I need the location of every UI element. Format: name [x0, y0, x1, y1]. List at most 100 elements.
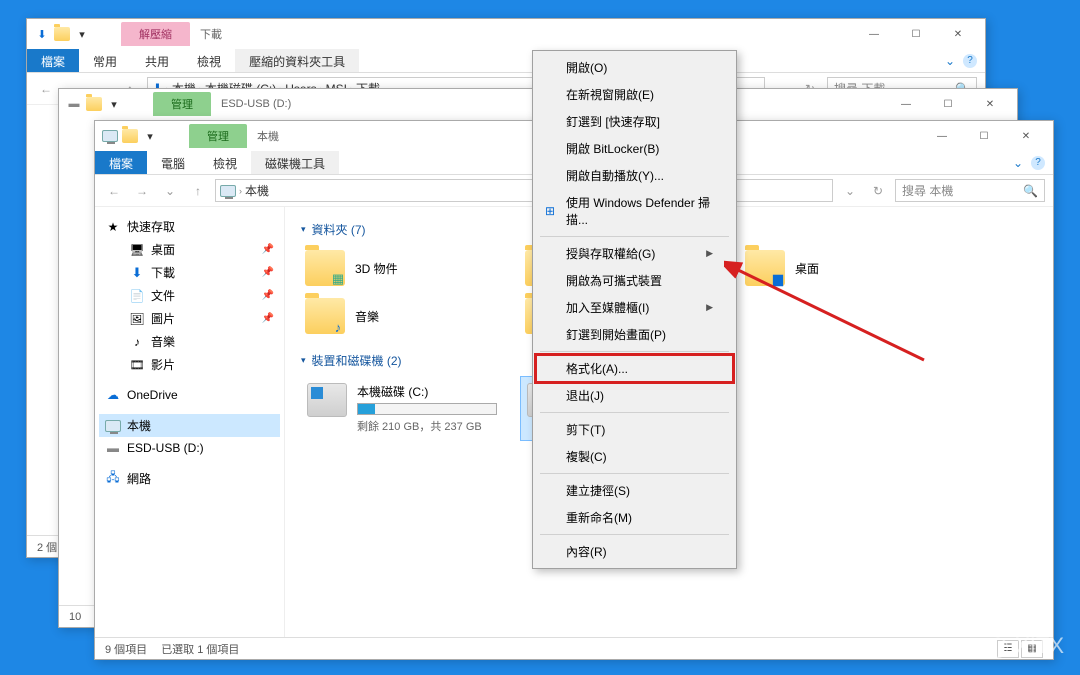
dropdown-icon[interactable]: ▾	[141, 127, 159, 145]
recent-button[interactable]: ⌄	[159, 180, 181, 202]
separator	[540, 351, 729, 352]
sidebar-network[interactable]: 🖧網路	[99, 467, 280, 490]
selection-count: 已選取 1 個項目	[161, 641, 239, 657]
pc-icon	[101, 127, 119, 145]
maximize-button[interactable]: ☐	[895, 20, 937, 48]
sidebar-item-videos[interactable]: 🎞影片	[99, 353, 280, 376]
minimize-button[interactable]: —	[853, 20, 895, 48]
chevron-right-icon: ▶	[706, 248, 713, 259]
search-input[interactable]: 搜尋 本機 🔍	[895, 179, 1045, 202]
sidebar-item-documents[interactable]: 📄文件📌	[99, 284, 280, 307]
close-button[interactable]: ✕	[1005, 122, 1047, 150]
network-icon: 🖧	[105, 471, 121, 487]
desktop-icon: 🖥	[129, 242, 145, 258]
separator	[540, 534, 729, 535]
tab-file[interactable]: 檔案	[95, 151, 147, 174]
help-icon[interactable]: ?	[1031, 156, 1045, 170]
ctx-format[interactable]: 格式化(A)...	[536, 355, 733, 382]
ctx-grant-access[interactable]: 授與存取權給(G)▶	[536, 240, 733, 267]
expand-icon[interactable]: ⌄	[945, 54, 955, 68]
pin-icon: 📌	[262, 313, 274, 324]
contextual-tab[interactable]: 管理	[153, 92, 211, 116]
tab-computer[interactable]: 電腦	[147, 151, 199, 174]
download-icon: ⬇	[129, 265, 145, 281]
window-title: 本機	[257, 128, 279, 144]
status-bar: 9 個項目 已選取 1 個項目 ☰ ▦	[95, 637, 1053, 659]
music-icon: ♪	[129, 334, 145, 350]
dropdown-icon[interactable]: ▾	[73, 25, 91, 43]
separator	[540, 412, 729, 413]
ctx-pin-quick-access[interactable]: 釘選到 [快速存取]	[536, 108, 733, 135]
help-icon[interactable]: ?	[963, 54, 977, 68]
sidebar-item-pictures[interactable]: 🖼圖片📌	[99, 307, 280, 330]
sidebar-item-desktop[interactable]: 🖥桌面📌	[99, 238, 280, 261]
dropdown-icon[interactable]: ⌄	[839, 180, 861, 202]
titlebar: ⬇ ▾ 解壓縮 下載 — ☐ ✕	[27, 19, 985, 49]
tab-drive-tools[interactable]: 磁碟機工具	[251, 151, 339, 174]
folder-desktop[interactable]: ▆桌面	[741, 246, 951, 290]
tab-share[interactable]: 共用	[131, 49, 183, 72]
pin-icon: 📌	[262, 290, 274, 301]
tab-home[interactable]: 常用	[79, 49, 131, 72]
sidebar-usb-drive[interactable]: ▬ESD-USB (D:)	[99, 437, 280, 459]
ctx-add-library[interactable]: 加入至媒體櫃(I)▶	[536, 294, 733, 321]
tab-tools[interactable]: 壓縮的資料夾工具	[235, 49, 359, 72]
ctx-copy[interactable]: 複製(C)	[536, 443, 733, 470]
separator	[540, 473, 729, 474]
back-button[interactable]: ←	[103, 180, 125, 202]
folder-music[interactable]: ♪音樂	[301, 294, 511, 338]
ctx-open-new-window[interactable]: 在新視窗開啟(E)	[536, 81, 733, 108]
minimize-button[interactable]: —	[921, 122, 963, 150]
contextual-tab[interactable]: 解壓縮	[121, 22, 190, 46]
expand-icon[interactable]: ⌄	[1013, 156, 1023, 170]
ctx-eject[interactable]: 退出(J)	[536, 382, 733, 409]
picture-icon: 🖼	[129, 311, 145, 327]
refresh-button[interactable]: ↻	[867, 180, 889, 202]
ctx-defender-scan[interactable]: ⊞使用 Windows Defender 掃描...	[536, 189, 733, 233]
tab-view[interactable]: 檢視	[199, 151, 251, 174]
ctx-rename[interactable]: 重新命名(M)	[536, 504, 733, 531]
ctx-open[interactable]: 開啟(O)	[536, 54, 733, 81]
sidebar-this-pc[interactable]: 本機	[99, 414, 280, 437]
maximize-button[interactable]: ☐	[963, 122, 1005, 150]
ctx-autoplay[interactable]: 開啟自動播放(Y)...	[536, 162, 733, 189]
close-button[interactable]: ✕	[937, 20, 979, 48]
ctx-cut[interactable]: 剪下(T)	[536, 416, 733, 443]
window-title: 下載	[200, 26, 222, 42]
chevron-down-icon: ▾	[301, 355, 306, 366]
video-icon: 🎞	[129, 357, 145, 373]
contextual-tab[interactable]: 管理	[189, 124, 247, 148]
tab-file[interactable]: 檔案	[27, 49, 79, 72]
close-button[interactable]: ✕	[969, 90, 1011, 118]
forward-button[interactable]: →	[131, 180, 153, 202]
up-button[interactable]: ↑	[187, 180, 209, 202]
tab-view[interactable]: 檢視	[183, 49, 235, 72]
chevron-down-icon: ▾	[301, 224, 306, 235]
back-button[interactable]: ←	[35, 78, 57, 100]
ctx-open-portable[interactable]: 開啟為可攜式裝置	[536, 267, 733, 294]
pc-icon	[220, 185, 236, 197]
star-icon: ★	[105, 219, 121, 235]
ctx-pin-start[interactable]: 釘選到開始畫面(P)	[536, 321, 733, 348]
usb-icon: ▬	[105, 440, 121, 456]
drive-c[interactable]: 本機磁碟 (C:) 剩餘 210 GB，共 237 GB	[301, 377, 511, 440]
ctx-bitlocker[interactable]: 開啟 BitLocker(B)	[536, 135, 733, 162]
search-icon: 🔍	[1023, 184, 1038, 198]
folder-3d-objects[interactable]: ▦3D 物件	[301, 246, 511, 290]
ctx-create-shortcut[interactable]: 建立捷徑(S)	[536, 477, 733, 504]
shield-icon: ⊞	[542, 203, 558, 219]
document-icon: 📄	[129, 288, 145, 304]
window-title: ESD-USB (D:)	[221, 98, 291, 110]
maximize-button[interactable]: ☐	[927, 90, 969, 118]
ctx-properties[interactable]: 內容(R)	[536, 538, 733, 565]
sidebar-onedrive[interactable]: ☁OneDrive	[99, 384, 280, 406]
sidebar-quick-access[interactable]: ★快速存取	[99, 215, 280, 238]
breadcrumb[interactable]: › 本機	[215, 179, 833, 202]
chevron-right-icon: ▶	[706, 302, 713, 313]
sidebar-item-downloads[interactable]: ⬇下載📌	[99, 261, 280, 284]
drive-icon	[307, 383, 347, 417]
dropdown-icon[interactable]: ▾	[105, 95, 123, 113]
sidebar-item-music[interactable]: ♪音樂	[99, 330, 280, 353]
separator	[540, 236, 729, 237]
minimize-button[interactable]: —	[885, 90, 927, 118]
